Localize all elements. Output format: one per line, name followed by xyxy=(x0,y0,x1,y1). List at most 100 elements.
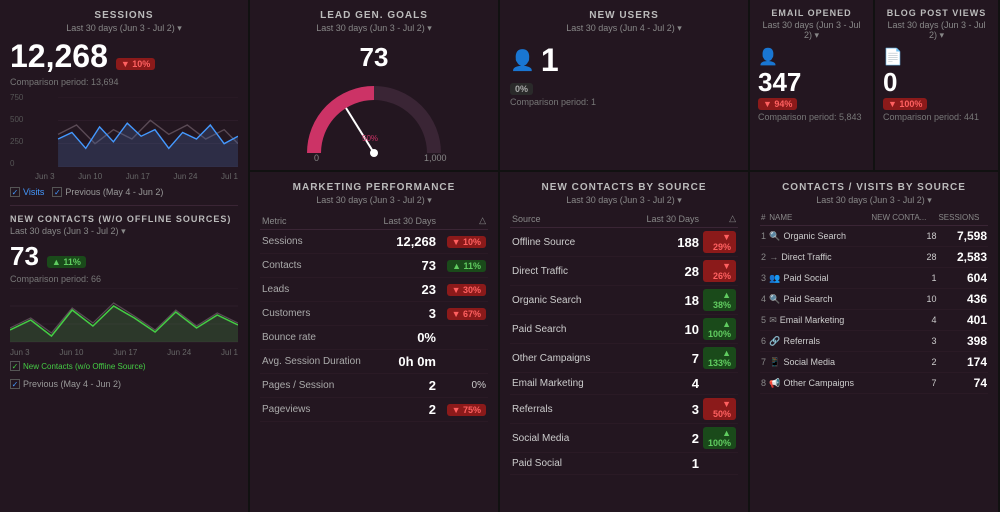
mkt-delta: ▼ 75% xyxy=(438,398,488,422)
cv-name: 🔍Organic Search xyxy=(768,226,870,247)
cv-name: 🔗Referrals xyxy=(768,331,870,352)
cv-row: 2 →Direct Traffic 28 2,583 xyxy=(760,247,988,268)
mkt-value: 0% xyxy=(375,326,438,350)
top-right-panels: EMAIL OPENED Last 30 days (Jun 3 - Jul 2… xyxy=(750,0,998,170)
mkt-delta xyxy=(438,350,488,374)
new-contacts-badge: ▲ 11% xyxy=(47,256,86,268)
mkt-metric: Contacts xyxy=(260,254,375,278)
nc-delta: ▼ 29% xyxy=(701,228,738,257)
mkt-delta: 0% xyxy=(438,374,488,398)
mkt-subtitle: Last 30 days (Jun 3 - Jul 2) ▾ xyxy=(260,195,488,206)
cv-sessions: 7,598 xyxy=(937,226,988,247)
legend-visits: ✓ Visits xyxy=(10,187,44,197)
cv-name: 👥Paid Social xyxy=(768,268,870,289)
gauge-chart: 0 1,000 50% xyxy=(294,73,454,163)
sessions-subtitle: Last 30 days (Jun 3 - Jul 2) ▾ xyxy=(10,23,238,34)
mkt-row: Customers 3 ▼ 67% xyxy=(260,302,488,326)
cv-contacts: 28 xyxy=(870,247,937,268)
new-contacts-offline-section: NEW CONTACTS (W/O OFFLINE SOURCES) Last … xyxy=(10,205,238,389)
mkt-row: Contacts 73 ▲ 11% xyxy=(260,254,488,278)
lead-gen-title: LEAD GEN. GOALS xyxy=(260,10,488,21)
nc-value: 188 xyxy=(623,228,701,257)
nc-row: Other Campaigns 7 ▲ 133% xyxy=(510,344,738,373)
lead-gen-panel: LEAD GEN. GOALS Last 30 days (Jun 3 - Ju… xyxy=(250,0,498,170)
cv-sessions: 398 xyxy=(937,331,988,352)
cv-title: CONTACTS / VISITS BY SOURCE xyxy=(760,182,988,193)
mkt-row: Sessions 12,268 ▼ 10% xyxy=(260,230,488,254)
mkt-value: 0h 0m xyxy=(375,350,438,374)
nc-source: Organic Search xyxy=(510,286,623,315)
blog-subtitle: Last 30 days (Jun 3 - Jul 2) ▾ xyxy=(883,20,990,41)
sessions-value: 12,268 xyxy=(10,38,108,75)
nc-value: 7 xyxy=(623,344,701,373)
mkt-metric: Pages / Session xyxy=(260,374,375,398)
nc-value: 2 xyxy=(623,424,701,453)
cv-row: 3 👥Paid Social 1 604 xyxy=(760,268,988,289)
cv-name: ✉Email Marketing xyxy=(768,310,870,331)
cv-name: 🔍Paid Search xyxy=(768,289,870,310)
nc-source: Paid Social xyxy=(510,453,623,475)
new-users-subtitle: Last 30 days (Jun 4 - Jul 2) ▾ xyxy=(510,23,738,34)
nc-delta: ▲ 100% xyxy=(701,424,738,453)
cv-name: 📱Social Media xyxy=(768,352,870,373)
new-contacts-title: NEW CONTACTS (W/O OFFLINE SOURCES) xyxy=(10,214,238,224)
mkt-row: Avg. Session Duration 0h 0m xyxy=(260,350,488,374)
cv-row: 1 🔍Organic Search 18 7,598 xyxy=(760,226,988,247)
nc-row: Organic Search 18 ▲ 38% xyxy=(510,286,738,315)
email-title: EMAIL OPENED xyxy=(758,8,865,18)
nc-row: Paid Social 1 xyxy=(510,453,738,475)
cv-name: 📢Other Campaigns xyxy=(768,373,870,394)
mkt-value: 3 xyxy=(375,302,438,326)
nc-value: 1 xyxy=(623,453,701,475)
nc-row: Email Marketing 4 xyxy=(510,373,738,395)
mkt-col-delta: △ xyxy=(438,212,488,230)
nc-col-last30: Last 30 Days xyxy=(623,210,701,228)
legend-previous-contacts: ✓ Previous (May 4 - Jun 2) xyxy=(10,379,121,389)
blog-comparison: Comparison period: 441 xyxy=(883,112,990,122)
nc-col-delta: △ xyxy=(701,210,738,228)
cv-contacts: 4 xyxy=(870,310,937,331)
nc-source: Referrals xyxy=(510,395,623,424)
email-subtitle: Last 30 days (Jun 3 - Jul 2) ▾ xyxy=(758,20,865,41)
cv-name: →Direct Traffic xyxy=(768,247,870,268)
sessions-chart xyxy=(10,97,238,167)
cv-contacts: 7 xyxy=(870,373,937,394)
email-badge: ▼ 94% xyxy=(758,98,797,110)
mkt-metric: Sessions xyxy=(260,230,375,254)
cv-rank: 7 xyxy=(760,352,768,373)
new-contacts-source-panel: NEW CONTACTS BY SOURCE Last 30 days (Jun… xyxy=(500,172,748,512)
nc-delta xyxy=(701,453,738,475)
mkt-title: MARKETING PERFORMANCE xyxy=(260,182,488,193)
mkt-row: Pages / Session 2 0% xyxy=(260,374,488,398)
mkt-value: 12,268 xyxy=(375,230,438,254)
new-contacts-chart xyxy=(10,288,238,343)
nc-value: 28 xyxy=(623,257,701,286)
cv-subtitle: Last 30 days (Jun 3 - Jul 2) ▾ xyxy=(760,195,988,206)
nc-source: Offline Source xyxy=(510,228,623,257)
lead-gen-value: 73 xyxy=(360,42,389,73)
blog-value: 0 xyxy=(883,67,990,98)
mkt-metric: Avg. Session Duration xyxy=(260,350,375,374)
gauge-container: 73 0 1,000 50% xyxy=(260,38,488,163)
cv-contacts: 10 xyxy=(870,289,937,310)
mkt-delta: ▼ 10% xyxy=(438,230,488,254)
cv-row: 4 🔍Paid Search 10 436 xyxy=(760,289,988,310)
marketing-table: Metric Last 30 Days △ Sessions 12,268 ▼ … xyxy=(260,212,488,422)
nc-value: 18 xyxy=(623,286,701,315)
sessions-title: SESSIONS xyxy=(10,10,238,21)
new-users-panel: NEW USERS Last 30 days (Jun 4 - Jul 2) ▾… xyxy=(500,0,748,170)
new-contacts-value: 73 xyxy=(10,241,39,272)
sessions-panel: SESSIONS Last 30 days (Jun 3 - Jul 2) ▾ … xyxy=(0,0,248,512)
mkt-delta: ▼ 67% xyxy=(438,302,488,326)
mkt-col-last30: Last 30 Days xyxy=(375,212,438,230)
cv-col-sessions: SESSIONS xyxy=(937,210,988,226)
cv-row: 7 📱Social Media 2 174 xyxy=(760,352,988,373)
mkt-value: 23 xyxy=(375,278,438,302)
mkt-metric: Bounce rate xyxy=(260,326,375,350)
mkt-metric: Customers xyxy=(260,302,375,326)
cv-sessions: 401 xyxy=(937,310,988,331)
mkt-value: 2 xyxy=(375,374,438,398)
nc-delta: ▲ 133% xyxy=(701,344,738,373)
nc-source: Social Media xyxy=(510,424,623,453)
blog-panel: BLOG POST VIEWS Last 30 days (Jun 3 - Ju… xyxy=(875,0,998,170)
